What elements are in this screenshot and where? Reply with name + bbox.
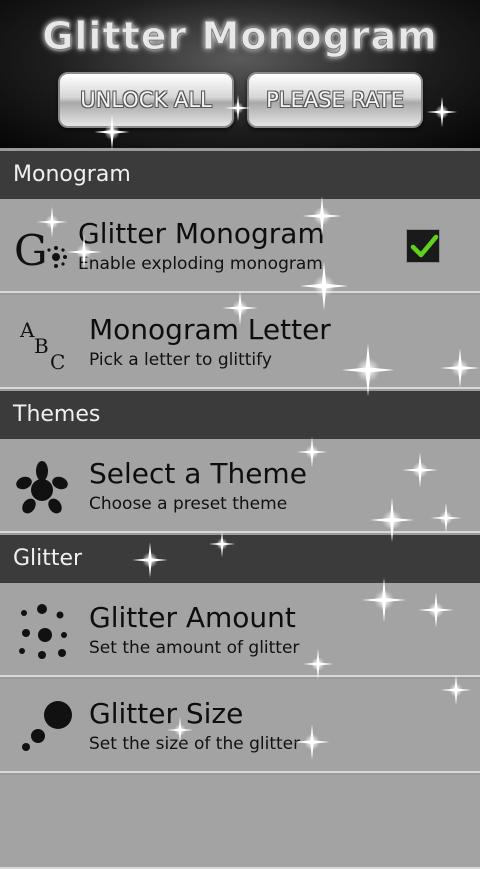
list-item-partial[interactable] bbox=[0, 775, 480, 869]
glitter-g-icon: G bbox=[14, 226, 67, 275]
dots-icon bbox=[19, 604, 67, 659]
item-title: Select a Theme bbox=[89, 457, 307, 490]
item-subtitle: Enable exploding monogram bbox=[78, 254, 323, 274]
svg-text:B: B bbox=[34, 334, 49, 358]
splat-icon bbox=[16, 461, 68, 514]
section-header-glitter: Glitter bbox=[0, 535, 480, 583]
svg-text:G: G bbox=[14, 226, 48, 275]
item-title: Monogram Letter bbox=[89, 313, 331, 346]
app-title: Glitter Monogram bbox=[42, 14, 438, 59]
section-header-themes: Themes bbox=[0, 391, 480, 439]
item-title: Glitter Amount bbox=[89, 601, 296, 634]
item-subtitle: Set the size of the glitter bbox=[89, 734, 301, 754]
list-item-glitter-amount[interactable]: Glitter Amount Set the amount of glitter bbox=[0, 583, 480, 677]
list-item-select-theme[interactable]: Select a Theme Choose a preset theme bbox=[0, 439, 480, 533]
abc-letters-icon: A B C bbox=[19, 318, 65, 373]
please-rate-button[interactable]: PLEASE RATE bbox=[247, 72, 423, 128]
size-dots-icon bbox=[22, 701, 72, 751]
glitter-monogram-checkbox[interactable] bbox=[406, 229, 440, 263]
item-subtitle: Set the amount of glitter bbox=[89, 638, 300, 658]
item-subtitle: Choose a preset theme bbox=[89, 494, 288, 514]
list-item-glitter-size[interactable]: Glitter Size Set the size of the glitter bbox=[0, 679, 480, 773]
unlock-all-button[interactable]: UNLOCK ALL bbox=[58, 72, 234, 128]
app-header: Glitter Monogram UNLOCK ALL PLEASE RATE bbox=[0, 0, 480, 148]
item-subtitle: Pick a letter to glittify bbox=[89, 350, 272, 370]
item-title: Glitter Monogram bbox=[78, 217, 325, 250]
section-header-monogram: Monogram bbox=[0, 151, 480, 199]
checkmark-icon bbox=[410, 234, 439, 258]
svg-text:C: C bbox=[50, 350, 65, 373]
item-title: Glitter Size bbox=[89, 697, 244, 730]
list-item-monogram-letter[interactable]: A B C Monogram Letter Pick a letter to g… bbox=[0, 295, 480, 389]
svg-text:A: A bbox=[19, 318, 35, 342]
